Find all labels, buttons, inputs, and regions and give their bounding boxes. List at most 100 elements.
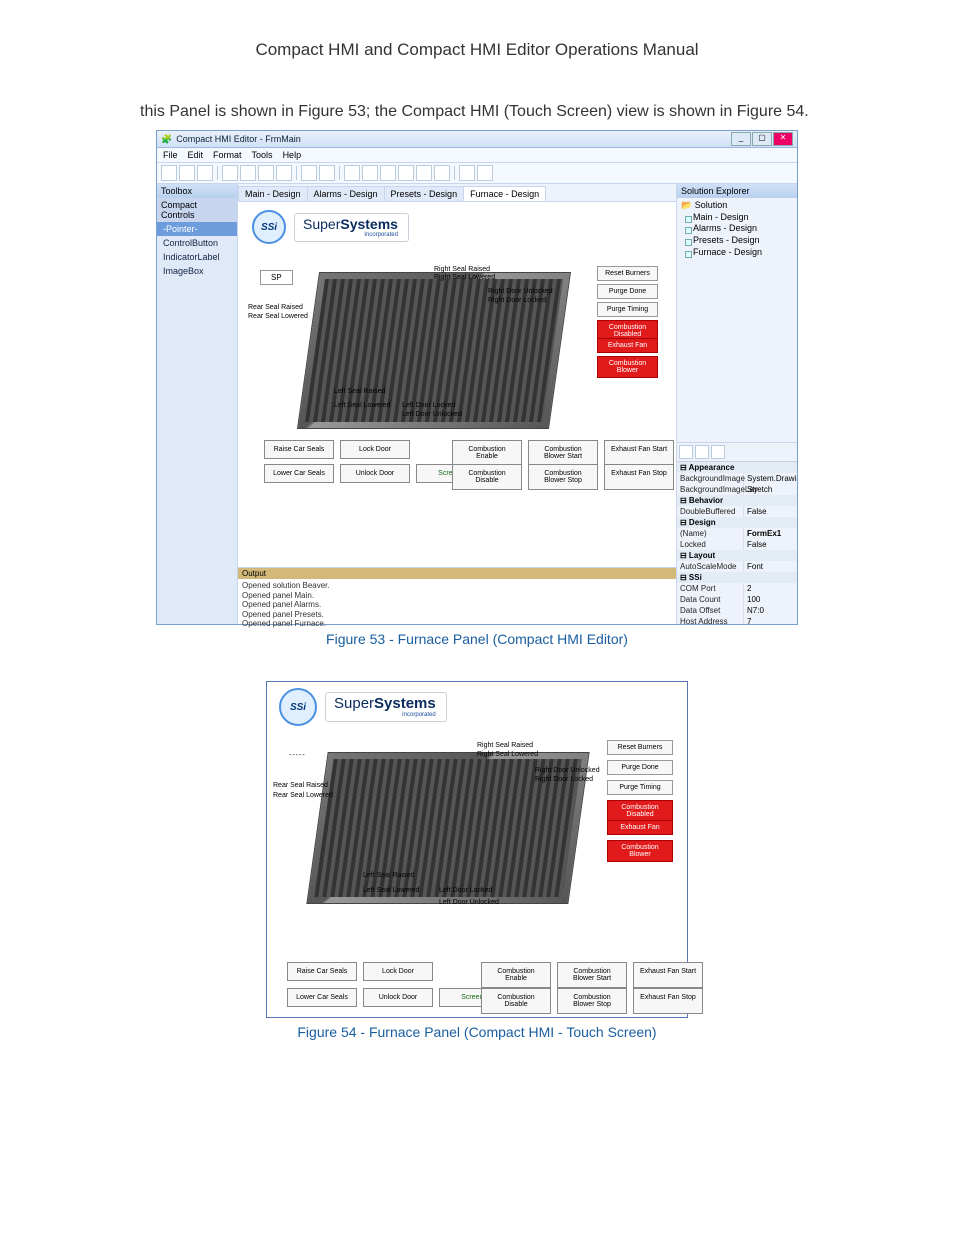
status-purge-done[interactable]: Purge Done bbox=[597, 284, 658, 299]
solution-node[interactable]: Main - Design bbox=[681, 212, 793, 224]
toolbox-group[interactable]: Compact Controls bbox=[157, 198, 237, 222]
window-titlebar[interactable]: 🧩 Compact HMI Editor - FrmMain _ ▢ ✕ bbox=[157, 131, 797, 148]
designer-canvas[interactable]: SSi SuperSystems Incorporated SP Right S… bbox=[238, 202, 676, 567]
btn-unlock-door[interactable]: Unlock Door bbox=[340, 464, 410, 483]
btn-combustion-enable[interactable]: Combustion Enable bbox=[481, 962, 551, 988]
tb-open-icon[interactable] bbox=[179, 165, 195, 181]
toolbox-item-imagebox[interactable]: ImageBox bbox=[157, 264, 237, 278]
tb-copy-icon[interactable] bbox=[240, 165, 256, 181]
tb-redo-icon[interactable] bbox=[319, 165, 335, 181]
tb-publish-icon[interactable] bbox=[477, 165, 493, 181]
toolbox-item-pointer[interactable]: -Pointer- bbox=[157, 222, 237, 236]
tb-run-icon[interactable] bbox=[459, 165, 475, 181]
prop-value[interactable]: False bbox=[744, 506, 797, 517]
status-exhaust-fan[interactable]: Exhaust Fan bbox=[607, 820, 673, 835]
btn-lower-car-seals[interactable]: Lower Car Seals bbox=[287, 988, 357, 1007]
output-header[interactable]: Output bbox=[238, 568, 676, 579]
tb-save-icon[interactable] bbox=[197, 165, 213, 181]
prop-row[interactable]: (Name)FormEx1 bbox=[677, 528, 797, 539]
close-button[interactable]: ✕ bbox=[773, 132, 793, 146]
minimize-button[interactable]: _ bbox=[731, 132, 751, 146]
tab-main[interactable]: Main - Design bbox=[238, 186, 308, 201]
prop-category[interactable]: ⊟ Design bbox=[677, 517, 797, 528]
solution-node[interactable]: Presets - Design bbox=[681, 235, 793, 247]
btn-lock-door[interactable]: Lock Door bbox=[363, 962, 433, 981]
solution-tree[interactable]: 📂 Solution Main - Design Alarms - Design… bbox=[677, 198, 797, 260]
btn-exhaust-fan-start[interactable]: Exhaust Fan Start bbox=[604, 440, 674, 466]
prop-value[interactable]: 100 bbox=[744, 594, 797, 605]
prop-category[interactable]: ⊟ Layout bbox=[677, 550, 797, 561]
tb-cut-icon[interactable] bbox=[222, 165, 238, 181]
btn-exhaust-fan-stop[interactable]: Exhaust Fan Stop bbox=[604, 464, 674, 490]
status-purge-timing[interactable]: Purge Timing bbox=[607, 780, 673, 795]
status-reset-burners[interactable]: Reset Burners bbox=[597, 266, 658, 281]
prop-value[interactable]: False bbox=[744, 539, 797, 550]
prop-value[interactable]: Stretch bbox=[744, 484, 797, 495]
tb-align-icon[interactable] bbox=[416, 165, 432, 181]
menu-help[interactable]: Help bbox=[283, 150, 302, 160]
sp-indicator[interactable]: SP bbox=[260, 270, 293, 285]
prop-row[interactable]: COM Port2 bbox=[677, 583, 797, 594]
status-combustion-blower[interactable]: Combustion Blower bbox=[597, 356, 658, 378]
status-combustion-disabled[interactable]: Combustion Disabled bbox=[607, 800, 673, 822]
btn-combustion-blower-start[interactable]: Combustion Blower Start bbox=[557, 962, 627, 988]
prop-row[interactable]: AutoScaleModeFont bbox=[677, 561, 797, 572]
status-combustion-blower[interactable]: Combustion Blower bbox=[607, 840, 673, 862]
btn-combustion-blower-start[interactable]: Combustion Blower Start bbox=[528, 440, 598, 466]
btn-combustion-disable[interactable]: Combustion Disable bbox=[452, 464, 522, 490]
tb-undo-icon[interactable] bbox=[301, 165, 317, 181]
tab-presets[interactable]: Presets - Design bbox=[384, 186, 465, 201]
menu-file[interactable]: File bbox=[163, 150, 178, 160]
btn-lock-door[interactable]: Lock Door bbox=[340, 440, 410, 459]
prop-category[interactable]: ⊟ Appearance bbox=[677, 462, 797, 473]
prop-row[interactable]: Data OffsetN7:0 bbox=[677, 605, 797, 616]
status-purge-timing[interactable]: Purge Timing bbox=[597, 302, 658, 317]
prop-row[interactable]: BackgroundImageSystem.Drawing bbox=[677, 473, 797, 484]
solution-node[interactable]: Furnace - Design bbox=[681, 247, 793, 259]
prop-row[interactable]: BackgroundImageLayStretch bbox=[677, 484, 797, 495]
btn-exhaust-fan-stop[interactable]: Exhaust Fan Stop bbox=[633, 988, 703, 1014]
prop-category[interactable]: ⊟ SSi bbox=[677, 572, 797, 583]
tb-align-icon[interactable] bbox=[362, 165, 378, 181]
prop-value[interactable]: 2 bbox=[744, 583, 797, 594]
menu-format[interactable]: Format bbox=[213, 150, 242, 160]
toolbox-item-controlbutton[interactable]: ControlButton bbox=[157, 236, 237, 250]
btn-exhaust-fan-start[interactable]: Exhaust Fan Start bbox=[633, 962, 703, 988]
btn-combustion-blower-stop[interactable]: Combustion Blower Stop bbox=[528, 464, 598, 490]
btn-combustion-disable[interactable]: Combustion Disable bbox=[481, 988, 551, 1014]
btn-unlock-door[interactable]: Unlock Door bbox=[363, 988, 433, 1007]
prop-row[interactable]: LockedFalse bbox=[677, 539, 797, 550]
prop-row[interactable]: DoubleBufferedFalse bbox=[677, 506, 797, 517]
prop-pages-icon[interactable] bbox=[711, 445, 725, 459]
tab-furnace[interactable]: Furnace - Design bbox=[463, 186, 546, 201]
tb-align-icon[interactable] bbox=[398, 165, 414, 181]
prop-alpha-icon[interactable] bbox=[695, 445, 709, 459]
tb-align-icon[interactable] bbox=[344, 165, 360, 181]
solution-root[interactable]: Solution bbox=[695, 200, 728, 210]
menu-edit[interactable]: Edit bbox=[188, 150, 204, 160]
sp-indicator[interactable]: ----- bbox=[289, 752, 306, 759]
btn-combustion-enable[interactable]: Combustion Enable bbox=[452, 440, 522, 466]
toolbox-item-indicatorlabel[interactable]: IndicatorLabel bbox=[157, 250, 237, 264]
status-exhaust-fan[interactable]: Exhaust Fan bbox=[597, 338, 658, 353]
tab-alarms[interactable]: Alarms - Design bbox=[307, 186, 385, 201]
prop-value[interactable]: Font bbox=[744, 561, 797, 572]
btn-raise-car-seals[interactable]: Raise Car Seals bbox=[287, 962, 357, 981]
tb-align-icon[interactable] bbox=[380, 165, 396, 181]
tb-delete-icon[interactable] bbox=[276, 165, 292, 181]
prop-value[interactable]: FormEx1 bbox=[744, 528, 797, 539]
status-reset-burners[interactable]: Reset Burners bbox=[607, 740, 673, 755]
solution-node[interactable]: Alarms - Design bbox=[681, 223, 793, 235]
btn-combustion-blower-stop[interactable]: Combustion Blower Stop bbox=[557, 988, 627, 1014]
status-purge-done[interactable]: Purge Done bbox=[607, 760, 673, 775]
prop-row[interactable]: Data Count100 bbox=[677, 594, 797, 605]
tb-paste-icon[interactable] bbox=[258, 165, 274, 181]
maximize-button[interactable]: ▢ bbox=[752, 132, 772, 146]
tb-align-icon[interactable] bbox=[434, 165, 450, 181]
btn-lower-car-seals[interactable]: Lower Car Seals bbox=[264, 464, 334, 483]
prop-value[interactable]: 7 bbox=[744, 616, 797, 624]
menu-tools[interactable]: Tools bbox=[252, 150, 273, 160]
prop-category[interactable]: ⊟ Behavior bbox=[677, 495, 797, 506]
btn-raise-car-seals[interactable]: Raise Car Seals bbox=[264, 440, 334, 459]
prop-row[interactable]: Host Address7 bbox=[677, 616, 797, 624]
